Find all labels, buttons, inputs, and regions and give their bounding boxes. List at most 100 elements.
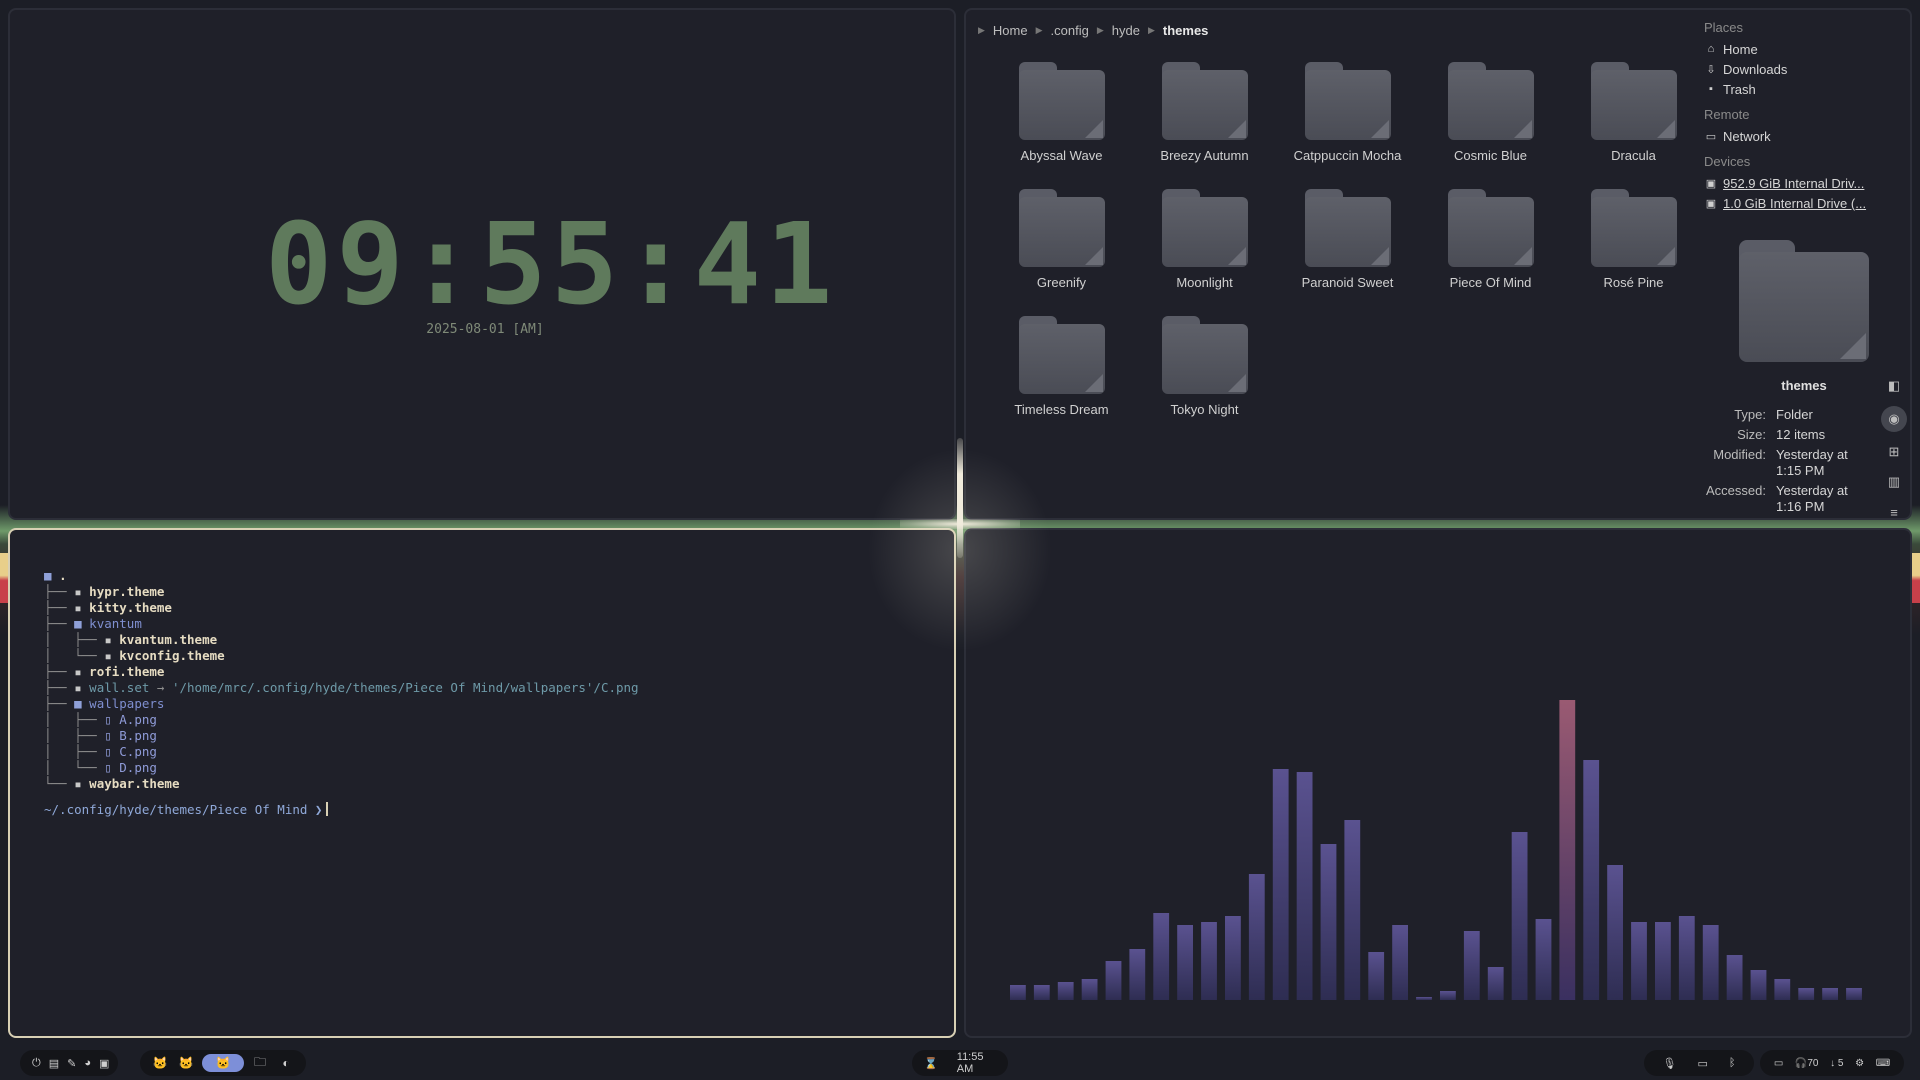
preview-modified: Yesterday at 1:15 PM xyxy=(1776,447,1848,478)
tree-entry: ├── ▪ rofi.theme xyxy=(44,664,639,680)
volume-level: 70 xyxy=(1807,1057,1819,1069)
palette-icon[interactable]: ◕ xyxy=(84,1057,91,1069)
place-downloads[interactable]: ⇩ Downloads xyxy=(1704,59,1904,79)
folder-label: Catppuccin Mocha xyxy=(1293,148,1402,163)
workspace-2-cat-icon[interactable]: 🐱 xyxy=(176,1054,196,1072)
files-icon[interactable]: ▤ xyxy=(49,1057,59,1070)
folder-label: Timeless Dream xyxy=(1014,402,1109,417)
folder-label: Moonlight xyxy=(1176,275,1233,290)
preview-type: Folder xyxy=(1776,407,1813,422)
bluetooth-icon[interactable]: ᛒ xyxy=(1729,1057,1736,1069)
preview-toolbar: ◧ ◉ ⊞ ▥ ≡ xyxy=(1880,376,1908,519)
folder-item[interactable]: Greenify xyxy=(990,187,1133,290)
remote-network[interactable]: ▭ Network xyxy=(1704,126,1904,146)
terminal-window[interactable]: ■ . ├── ▪ hypr.theme ├── ▪ kitty.theme ├──… xyxy=(8,528,956,1038)
visualizer-bar xyxy=(1511,832,1528,1000)
preview-type-label: Type: xyxy=(1734,407,1766,422)
preview-modified-label: Modified: xyxy=(1713,447,1766,462)
image-file-icon: ▯ xyxy=(104,760,112,775)
shell-prompt[interactable]: ~/.config/hyde/themes/Piece Of Mind ❯ xyxy=(44,802,639,818)
tree-entry: ├── ■ kvantum xyxy=(44,616,639,632)
tree-entry: │ ├── ▪ kvantum.theme xyxy=(44,632,639,648)
tree-entry-name: wall.set xyxy=(89,680,150,695)
clipboard-icon[interactable]: ▣ xyxy=(99,1057,109,1070)
breadcrumb-config[interactable]: .config xyxy=(1051,23,1089,38)
remote-heading: Remote xyxy=(1704,107,1750,122)
audio-visualizer-window[interactable] xyxy=(964,528,1912,1038)
folder-item[interactable]: Breezy Autumn xyxy=(1133,60,1276,163)
tree-entry: ├── ▪ kitty.theme xyxy=(44,600,639,616)
place-label: Downloads xyxy=(1723,61,1788,77)
visualizer-bar xyxy=(1392,925,1408,1000)
toggle-preview-icon[interactable]: ◧ xyxy=(1881,376,1907,396)
workspace-1-cat-icon[interactable]: 🐱 xyxy=(150,1054,170,1072)
visualizer-bar xyxy=(1368,952,1385,1000)
folder-icon xyxy=(1304,60,1391,140)
folder-item[interactable]: Catppuccin Mocha xyxy=(1276,60,1419,163)
folder-item[interactable]: Abyssal Wave xyxy=(990,60,1133,163)
folder-icon xyxy=(1447,187,1534,267)
folder-item[interactable]: Paranoid Sweet xyxy=(1276,187,1419,290)
preview-pane: themes Type: Folder Size: 12 items Modifie… xyxy=(1704,240,1904,518)
breadcrumb: ▶ Home ▶ .config ▶ hyde ▶ themes xyxy=(978,19,1208,41)
folder-item[interactable]: Tokyo Night xyxy=(1133,314,1276,417)
prompt-text: ~/.config/hyde/themes/Piece Of Mind ❯ xyxy=(44,802,323,817)
edit-icon[interactable]: ✎ xyxy=(67,1057,76,1070)
tree-root: ■ . xyxy=(44,568,639,584)
tree-branch: └── xyxy=(44,776,75,791)
tree-entry: └── ▪ waybar.theme xyxy=(44,776,639,792)
list-view-icon[interactable]: ≡ xyxy=(1881,502,1907,519)
brightness-icon[interactable]: ↓ 5 xyxy=(1830,1058,1843,1069)
device-drive-2[interactable]: ▣ 1.0 GiB Internal Drive (... xyxy=(1704,193,1904,213)
tree-branch: │ └── xyxy=(44,760,105,775)
tree-branch: ├── xyxy=(44,600,75,615)
keyboard-icon[interactable]: ⌨ xyxy=(1876,1058,1890,1069)
folder-item[interactable]: Dracula xyxy=(1562,60,1705,163)
taskbar-launchers: ⏻ ▤ ✎ ◕ ▣ xyxy=(20,1050,118,1076)
visualizer-bar xyxy=(1153,913,1170,1000)
folder-icon[interactable]: 🗀 xyxy=(250,1054,270,1072)
firefox-icon[interactable]: ◐ xyxy=(276,1054,296,1072)
device-drive-1[interactable]: ▣ 952.9 GiB Internal Driv... xyxy=(1704,173,1904,193)
workspace-3-cat-icon[interactable]: 🐱 xyxy=(202,1054,244,1072)
eye-icon[interactable]: ◉ xyxy=(1881,406,1907,432)
file-icon: ▪ xyxy=(74,680,82,695)
tree-entry-name: kvconfig.theme xyxy=(119,648,225,663)
folder-icon xyxy=(1161,60,1248,140)
visualizer-bar xyxy=(1655,922,1671,1000)
wallpaper-star-flare xyxy=(900,519,1020,529)
visualizer-bar xyxy=(1272,769,1289,1000)
clock-date: 2025-08-01 [AM] xyxy=(426,322,544,337)
file-manager-window[interactable]: ▶ Home ▶ .config ▶ hyde ▶ themes Abyssal… xyxy=(964,8,1912,520)
clock-window[interactable]: 09:55:41 2025-08-01 [AM] xyxy=(8,8,956,520)
folder-item[interactable]: Rosé Pine xyxy=(1562,187,1705,290)
folder-item[interactable]: Moonlight xyxy=(1133,187,1276,290)
places-heading: Places xyxy=(1704,20,1744,35)
folder-item[interactable]: Piece Of Mind xyxy=(1419,187,1562,290)
folder-item[interactable]: Cosmic Blue xyxy=(1419,60,1562,163)
drive-icon: ▣ xyxy=(1705,197,1717,210)
split-view-icon[interactable]: ▥ xyxy=(1881,472,1907,492)
place-home[interactable]: ⌂ Home xyxy=(1704,39,1904,59)
taskbar-clock[interactable]: ⌛ 11:55 AM xyxy=(912,1050,1008,1076)
headphones-icon[interactable]: 🎧70 xyxy=(1795,1058,1819,1069)
mic-icon[interactable]: 🎙 xyxy=(1663,1057,1677,1070)
folder-icon xyxy=(1018,60,1105,140)
power-icon[interactable]: ⏻ xyxy=(32,1057,41,1070)
display-icon[interactable]: ▭ xyxy=(1774,1058,1783,1069)
breadcrumb-hyde[interactable]: hyde xyxy=(1112,23,1140,38)
visualizer-bar xyxy=(1201,922,1217,1000)
chevron-right-icon: ▶ xyxy=(1096,24,1104,35)
folder-label: Rosé Pine xyxy=(1603,275,1664,290)
visualizer-bar xyxy=(1440,991,1456,1000)
visualizer-bar xyxy=(1583,760,1600,1000)
screen-icon[interactable]: ▭ xyxy=(1697,1057,1707,1070)
folder-item[interactable]: Timeless Dream xyxy=(990,314,1133,417)
breadcrumb-home[interactable]: Home xyxy=(993,23,1028,38)
taskbar-workspaces: 🐱 🐱 🐱 🗀 ◐ xyxy=(140,1050,306,1076)
caret-right-icon[interactable]: ▶ xyxy=(978,25,985,36)
breadcrumb-themes[interactable]: themes xyxy=(1163,23,1209,38)
settings-icon[interactable]: ⚙ xyxy=(1855,1058,1864,1069)
place-trash[interactable]: ▪ Trash xyxy=(1704,79,1904,99)
add-folder-icon[interactable]: ⊞ xyxy=(1881,442,1907,462)
